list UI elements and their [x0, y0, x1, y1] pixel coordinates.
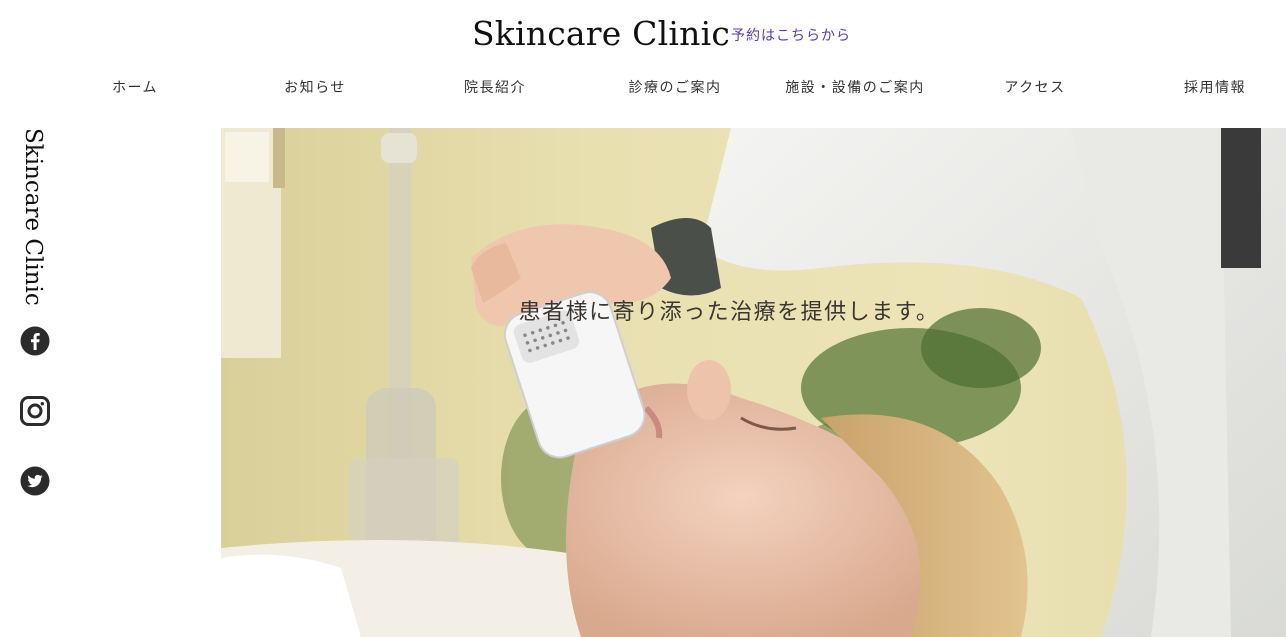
instagram-icon[interactable] [20, 396, 50, 426]
hero-photo [221, 128, 1286, 637]
nav-item-facilities[interactable]: 施設・設備のご案内 [765, 77, 945, 97]
nav-item-news[interactable]: お知らせ [225, 77, 405, 97]
sidebar-vertical-title[interactable]: Skincare Clinic [20, 128, 46, 308]
nav-item-home[interactable]: ホーム [45, 77, 225, 97]
site-title[interactable]: Skincare Clinic [472, 14, 730, 53]
twitter-icon[interactable] [20, 466, 50, 496]
site-header: Skincare Clinic 予約はこちらから [0, 0, 1286, 70]
nav-item-recruit[interactable]: 採用情報 [1125, 77, 1286, 97]
reserve-link[interactable]: 予約はこちらから [731, 25, 851, 45]
page: Skincare Clinic 予約はこちらから ホーム お知らせ 院長紹介 診… [0, 0, 1286, 637]
facebook-icon[interactable] [20, 326, 50, 356]
hero-tagline: 患者様に寄り添った治療を提供します。 [518, 300, 940, 325]
hero-image: 患者様に寄り添った治療を提供します。 [221, 128, 1286, 637]
nav-item-access[interactable]: アクセス [945, 77, 1125, 97]
nav-item-treatment[interactable]: 診療のご案内 [585, 77, 765, 97]
nav-item-director[interactable]: 院長紹介 [405, 77, 585, 97]
main-nav: ホーム お知らせ 院長紹介 診療のご案内 施設・設備のご案内 アクセス 採用情報 [45, 77, 1285, 99]
